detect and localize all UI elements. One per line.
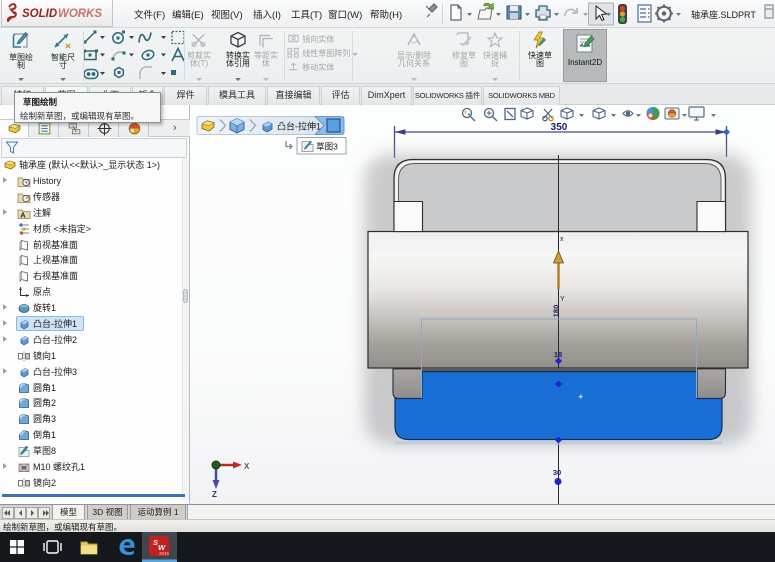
svg-text:A: A <box>20 210 26 219</box>
svg-text:30: 30 <box>553 468 561 477</box>
svg-text:x: x <box>560 236 564 243</box>
svg-text:2016: 2016 <box>159 551 170 556</box>
svg-text:350: 350 <box>551 122 568 133</box>
svg-text:SOLID: SOLID <box>22 8 57 20</box>
svg-text:草图3: 草图3 <box>316 142 338 152</box>
svg-text:Z: Z <box>212 490 217 499</box>
svg-text:Y: Y <box>560 296 565 303</box>
svg-text:X: X <box>244 462 250 471</box>
svg-text:180: 180 <box>552 305 561 318</box>
svg-text:凸台-拉伸1: 凸台-拉伸1 <box>277 121 321 132</box>
svg-text:WORKS: WORKS <box>58 8 102 20</box>
svg-text:18: 18 <box>554 350 562 359</box>
